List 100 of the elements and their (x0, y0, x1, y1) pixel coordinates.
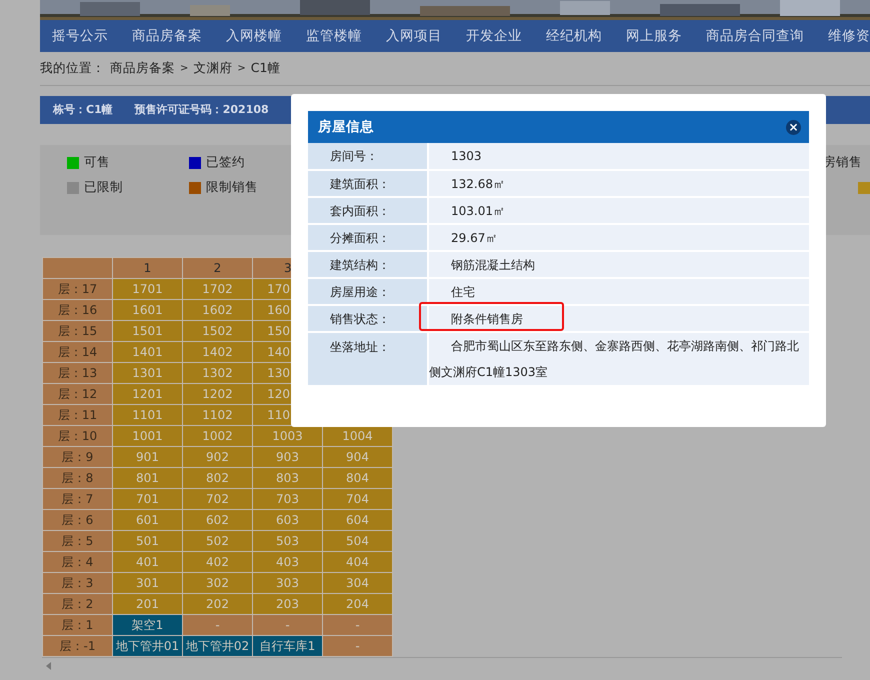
floor-label: 层：13 (42, 362, 112, 384)
legend-label: 可售 (84, 153, 110, 172)
dialog-title: 房屋信息 (318, 118, 374, 137)
unit-cell[interactable]: 1101 (112, 404, 182, 426)
unit-cell[interactable]: 503 (252, 530, 322, 552)
unit-cell[interactable]: 201 (112, 594, 182, 614)
field-value: 103.01㎡ (428, 197, 809, 224)
info-text: 栋号：C1幢 (53, 102, 113, 118)
field-label: 套内面积： (308, 197, 428, 224)
nav-link[interactable]: 监管楼幢 (306, 26, 362, 46)
field-value: 132.68㎡ (428, 170, 809, 197)
unit-cell[interactable]: 301 (112, 572, 182, 594)
unit-cell[interactable]: 901 (112, 446, 182, 468)
unit-cell[interactable]: 802 (182, 468, 252, 488)
unit-cell[interactable]: 803 (252, 468, 322, 488)
close-button[interactable]: × (786, 120, 801, 134)
unit-cell[interactable]: 804 (322, 468, 392, 488)
unit-cell[interactable]: 504 (322, 530, 392, 552)
unit-cell[interactable]: 地下管井01 (112, 636, 182, 656)
unit-cell[interactable]: 403 (252, 552, 322, 572)
unit-cell[interactable]: 1401 (112, 342, 182, 362)
field-value: 29.67㎡ (428, 224, 809, 251)
floor-label: 层：16 (42, 300, 112, 320)
field-label: 建筑面积： (308, 170, 428, 197)
nav-link[interactable]: 商品房备案 (132, 26, 202, 46)
unit-cell[interactable]: 801 (112, 468, 182, 488)
unit-cell[interactable]: 702 (182, 488, 252, 510)
unit-cell[interactable]: 302 (182, 572, 252, 594)
floor-label: 层：12 (42, 384, 112, 404)
unit-cell[interactable]: 401 (112, 552, 182, 572)
unit-cell[interactable]: 604 (322, 510, 392, 530)
unit-cell[interactable]: 1402 (182, 342, 252, 362)
floor-label: 层：1 (42, 614, 112, 636)
floor-label: 层：9 (42, 446, 112, 468)
unit-cell[interactable]: - (252, 614, 322, 636)
field-value: 住宅 (428, 278, 809, 305)
breadcrumb-link[interactable]: 商品房备案 (110, 59, 175, 78)
unit-cell[interactable]: 703 (252, 488, 322, 510)
breadcrumb-link[interactable]: C1幢 (250, 59, 280, 78)
floor-label: 层：5 (42, 530, 112, 552)
unit-cell[interactable]: 603 (252, 510, 322, 530)
unit-cell[interactable]: 601 (112, 510, 182, 530)
floor-label: 层：8 (42, 468, 112, 488)
unit-cell[interactable]: 1301 (112, 362, 182, 384)
unit-cell[interactable]: 304 (322, 572, 392, 594)
unit-cell[interactable]: 202 (182, 594, 252, 614)
unit-cell[interactable]: - (322, 636, 392, 656)
unit-cell[interactable]: 903 (252, 446, 322, 468)
floor-label: 层：14 (42, 342, 112, 362)
unit-cell[interactable]: 902 (182, 446, 252, 468)
unit-cell[interactable]: 1201 (112, 384, 182, 404)
floor-label: 层：-1 (42, 636, 112, 656)
unit-cell[interactable]: 1202 (182, 384, 252, 404)
header-cell (42, 258, 112, 278)
unit-cell[interactable]: 1102 (182, 404, 252, 426)
unit-cell[interactable]: 1502 (182, 320, 252, 342)
unit-cell[interactable]: 402 (182, 552, 252, 572)
unit-cell[interactable]: 203 (252, 594, 322, 614)
unit-cell[interactable]: 1002 (182, 426, 252, 446)
nav-link[interactable]: 入网项目 (386, 26, 442, 46)
unit-cell[interactable]: 1601 (112, 300, 182, 320)
floor-label: 层：15 (42, 320, 112, 342)
unit-cell[interactable]: 602 (182, 510, 252, 530)
floor-label: 层：11 (42, 404, 112, 426)
nav-link[interactable]: 商品房合同查询 (706, 26, 804, 46)
unit-cell[interactable]: 204 (322, 594, 392, 614)
nav-link[interactable]: 经纪机构 (546, 26, 602, 46)
unit-cell[interactable]: 1701 (112, 278, 182, 300)
nav-link[interactable]: 摇号公示 (52, 26, 108, 46)
nav-link[interactable]: 开发企业 (466, 26, 522, 46)
unit-cell[interactable]: 501 (112, 530, 182, 552)
scroll-left-icon[interactable] (46, 662, 51, 670)
nav-link[interactable]: 维修资 (828, 26, 870, 46)
unit-cell[interactable]: - (182, 614, 252, 636)
field-value: 1303 (428, 143, 809, 170)
legend-label: 已限制 (84, 178, 123, 196)
unit-cell[interactable]: 1501 (112, 320, 182, 342)
unit-cell[interactable]: 303 (252, 572, 322, 594)
unit-cell[interactable]: 地下管井02 (182, 636, 252, 656)
unit-cell[interactable]: 1001 (112, 426, 182, 446)
field-value: 钢筋混凝土结构 (428, 251, 809, 278)
floor-label: 层：10 (42, 426, 112, 446)
nav-link[interactable]: 网上服务 (626, 26, 682, 46)
unit-cell[interactable]: 1602 (182, 300, 252, 320)
unit-cell[interactable]: 904 (322, 446, 392, 468)
unit-cell[interactable]: 1003 (252, 426, 322, 446)
unit-cell[interactable]: 404 (322, 552, 392, 572)
unit-cell[interactable]: 自行车库1 (252, 636, 322, 656)
unit-cell[interactable]: 502 (182, 530, 252, 552)
unit-cell[interactable]: 1702 (182, 278, 252, 300)
breadcrumb-separator: > (237, 62, 246, 76)
unit-cell[interactable]: 704 (322, 488, 392, 510)
unit-cell[interactable]: 架空1 (112, 614, 182, 636)
field-label: 坐落地址： (308, 332, 428, 386)
nav-link[interactable]: 入网楼幢 (226, 26, 282, 46)
unit-cell[interactable]: 701 (112, 488, 182, 510)
unit-cell[interactable]: 1302 (182, 362, 252, 384)
floor-label: 层：4 (42, 552, 112, 572)
unit-cell[interactable]: - (322, 614, 392, 636)
breadcrumb-link[interactable]: 文渊府 (193, 59, 232, 78)
